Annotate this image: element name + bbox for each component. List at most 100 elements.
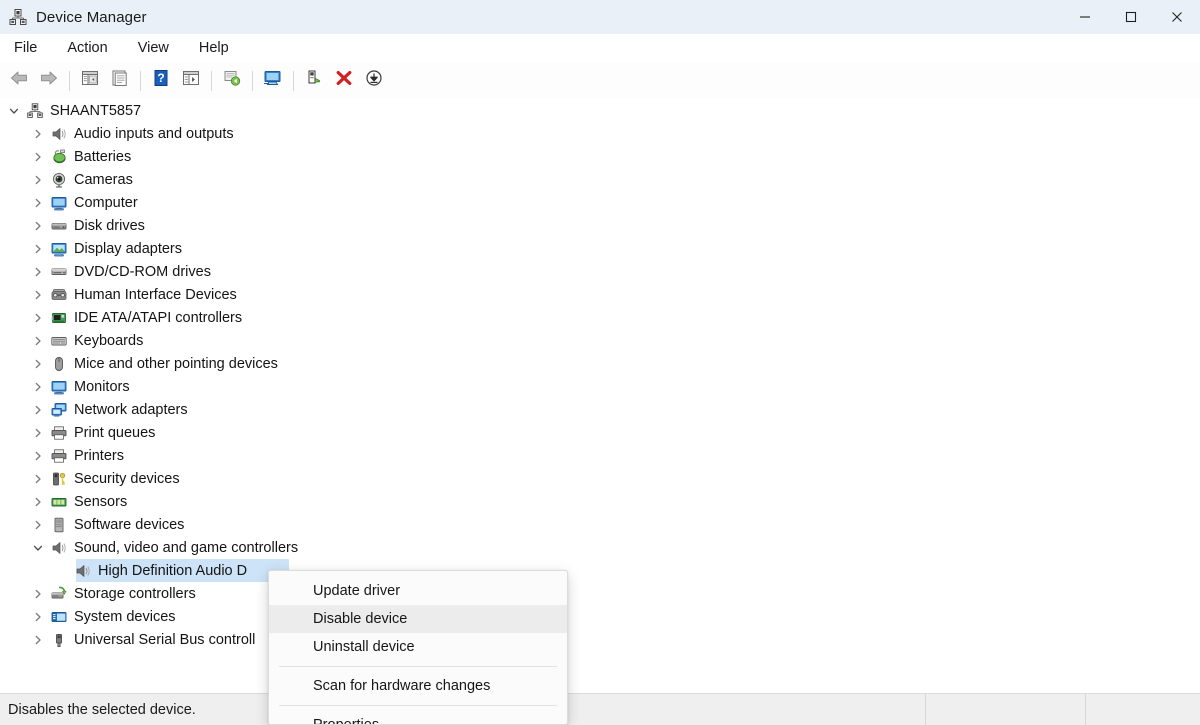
chevron-right-icon[interactable] <box>30 195 46 211</box>
view-button[interactable] <box>176 67 206 95</box>
ide-controller-icon <box>51 310 67 326</box>
tree-item-sound-video-and-game-controllers[interactable]: Sound, video and game controllers <box>0 536 1200 559</box>
tree-item-network-adapters[interactable]: Network adapters <box>0 398 1200 421</box>
chevron-right-icon[interactable] <box>30 241 46 257</box>
chevron-right-icon[interactable] <box>30 172 46 188</box>
tree-item-computer[interactable]: Computer <box>0 191 1200 214</box>
chevron-right-icon[interactable] <box>30 448 46 464</box>
tree-item-storage-controllers[interactable]: Storage controllers <box>0 582 1200 605</box>
chevron-right-icon[interactable] <box>30 356 46 372</box>
tree-item-batteries[interactable]: Batteries <box>0 145 1200 168</box>
toolbar-separator <box>252 71 253 91</box>
tree-item-keyboards[interactable]: Keyboards <box>0 329 1200 352</box>
dvd-drive-icon <box>51 264 67 280</box>
scan-hardware-icon <box>222 69 242 92</box>
menu-help[interactable]: Help <box>189 37 239 60</box>
speaker-icon <box>51 126 67 142</box>
chevron-right-icon[interactable] <box>30 310 46 326</box>
disable-device-button[interactable] <box>299 67 329 95</box>
chevron-right-icon[interactable] <box>30 333 46 349</box>
tree-root-row[interactable]: SHAANT5857 <box>0 99 1200 122</box>
tree-item-ide-ata-atapi-controllers[interactable]: IDE ATA/ATAPI controllers <box>0 306 1200 329</box>
menu-action[interactable]: Action <box>57 37 117 60</box>
tree-item-label: Batteries <box>74 149 131 165</box>
chevron-right-icon[interactable] <box>30 609 46 625</box>
tree-item-system-devices[interactable]: System devices <box>0 605 1200 628</box>
chevron-placeholder <box>54 563 70 579</box>
minimize-button[interactable] <box>1062 0 1108 34</box>
chevron-right-icon[interactable] <box>30 126 46 142</box>
usb-icon <box>51 632 67 648</box>
toolbar-separator <box>69 71 70 91</box>
chevron-right-icon[interactable] <box>30 471 46 487</box>
tree-item-label: Monitors <box>74 379 130 395</box>
chevron-right-icon[interactable] <box>30 586 46 602</box>
tree-item-label: Sound, video and game controllers <box>74 540 298 556</box>
tree-item-security-devices[interactable]: Security devices <box>0 467 1200 490</box>
context-menu-items: Update driverDisable deviceUninstall dev… <box>269 577 567 725</box>
chevron-right-icon[interactable] <box>30 494 46 510</box>
menu-view[interactable]: View <box>128 37 179 60</box>
enable-device-button[interactable] <box>359 67 389 95</box>
maximize-button[interactable] <box>1108 0 1154 34</box>
tree-item-sensors[interactable]: Sensors <box>0 490 1200 513</box>
chevron-right-icon[interactable] <box>30 632 46 648</box>
scan-hardware-changes-button[interactable] <box>217 67 247 95</box>
update-driver-button[interactable] <box>258 67 288 95</box>
tree-item-label: Mice and other pointing devices <box>74 356 278 372</box>
device-context-menu[interactable]: Update driverDisable deviceUninstall dev… <box>268 570 568 725</box>
close-button[interactable] <box>1154 0 1200 34</box>
chevron-right-icon[interactable] <box>30 402 46 418</box>
ctx-update-driver[interactable]: Update driver <box>269 577 567 605</box>
tree-item-high-definition-audio-d[interactable]: High Definition Audio D <box>0 559 1200 582</box>
uninstall-device-button[interactable] <box>329 67 359 95</box>
system-device-icon <box>51 609 67 625</box>
chevron-right-icon[interactable] <box>30 287 46 303</box>
tree-item-label: Keyboards <box>74 333 143 349</box>
ctx-disable-device[interactable]: Disable device <box>269 605 567 633</box>
menu-file[interactable]: File <box>4 37 47 60</box>
tree-item-print-queues[interactable]: Print queues <box>0 421 1200 444</box>
tree-item-label: Disk drives <box>74 218 145 234</box>
back-button[interactable] <box>4 67 34 95</box>
tree-item-label: Display adapters <box>74 241 182 257</box>
chevron-down-icon[interactable] <box>30 540 46 556</box>
uninstall-red-x-icon <box>334 69 354 92</box>
chevron-down-icon[interactable] <box>6 103 22 119</box>
chevron-right-icon[interactable] <box>30 425 46 441</box>
device-tree[interactable]: SHAANT5857 Audio inputs and outputs Batte… <box>0 99 1200 693</box>
speaker-icon <box>75 563 91 579</box>
tree-item-mice-and-other-pointing-devices[interactable]: Mice and other pointing devices <box>0 352 1200 375</box>
tree-item-dvd-cd-rom-drives[interactable]: DVD/CD-ROM drives <box>0 260 1200 283</box>
help-button[interactable]: ? <box>146 67 176 95</box>
forward-button[interactable] <box>34 67 64 95</box>
properties-button[interactable] <box>105 67 135 95</box>
tree-item-disk-drives[interactable]: Disk drives <box>0 214 1200 237</box>
disable-device-icon <box>304 69 324 92</box>
svg-text:?: ? <box>157 71 164 85</box>
ctx-properties[interactable]: Properties <box>269 711 567 725</box>
device-manager-window: Device Manager File Action View Help <box>0 0 1200 725</box>
properties-icon <box>110 69 130 92</box>
software-device-icon <box>51 517 67 533</box>
chevron-right-icon[interactable] <box>30 517 46 533</box>
security-device-icon <box>51 471 67 487</box>
tree-item-universal-serial-bus-controll[interactable]: Universal Serial Bus controll <box>0 628 1200 651</box>
tree-item-cameras[interactable]: Cameras <box>0 168 1200 191</box>
tree-item-label: Network adapters <box>74 402 188 418</box>
tree-item-printers[interactable]: Printers <box>0 444 1200 467</box>
tree-item-audio-inputs-and-outputs[interactable]: Audio inputs and outputs <box>0 122 1200 145</box>
tree-item-monitors[interactable]: Monitors <box>0 375 1200 398</box>
show-hide-console-tree-button[interactable] <box>75 67 105 95</box>
tree-item-human-interface-devices[interactable]: Human Interface Devices <box>0 283 1200 306</box>
toolbar-separator <box>140 71 141 91</box>
chevron-right-icon[interactable] <box>30 149 46 165</box>
chevron-right-icon[interactable] <box>30 264 46 280</box>
tree-item-display-adapters[interactable]: Display adapters <box>0 237 1200 260</box>
hid-icon <box>51 287 67 303</box>
chevron-right-icon[interactable] <box>30 379 46 395</box>
chevron-right-icon[interactable] <box>30 218 46 234</box>
ctx-scan-hardware-changes[interactable]: Scan for hardware changes <box>269 672 567 700</box>
ctx-uninstall-device[interactable]: Uninstall device <box>269 633 567 661</box>
tree-item-software-devices[interactable]: Software devices <box>0 513 1200 536</box>
